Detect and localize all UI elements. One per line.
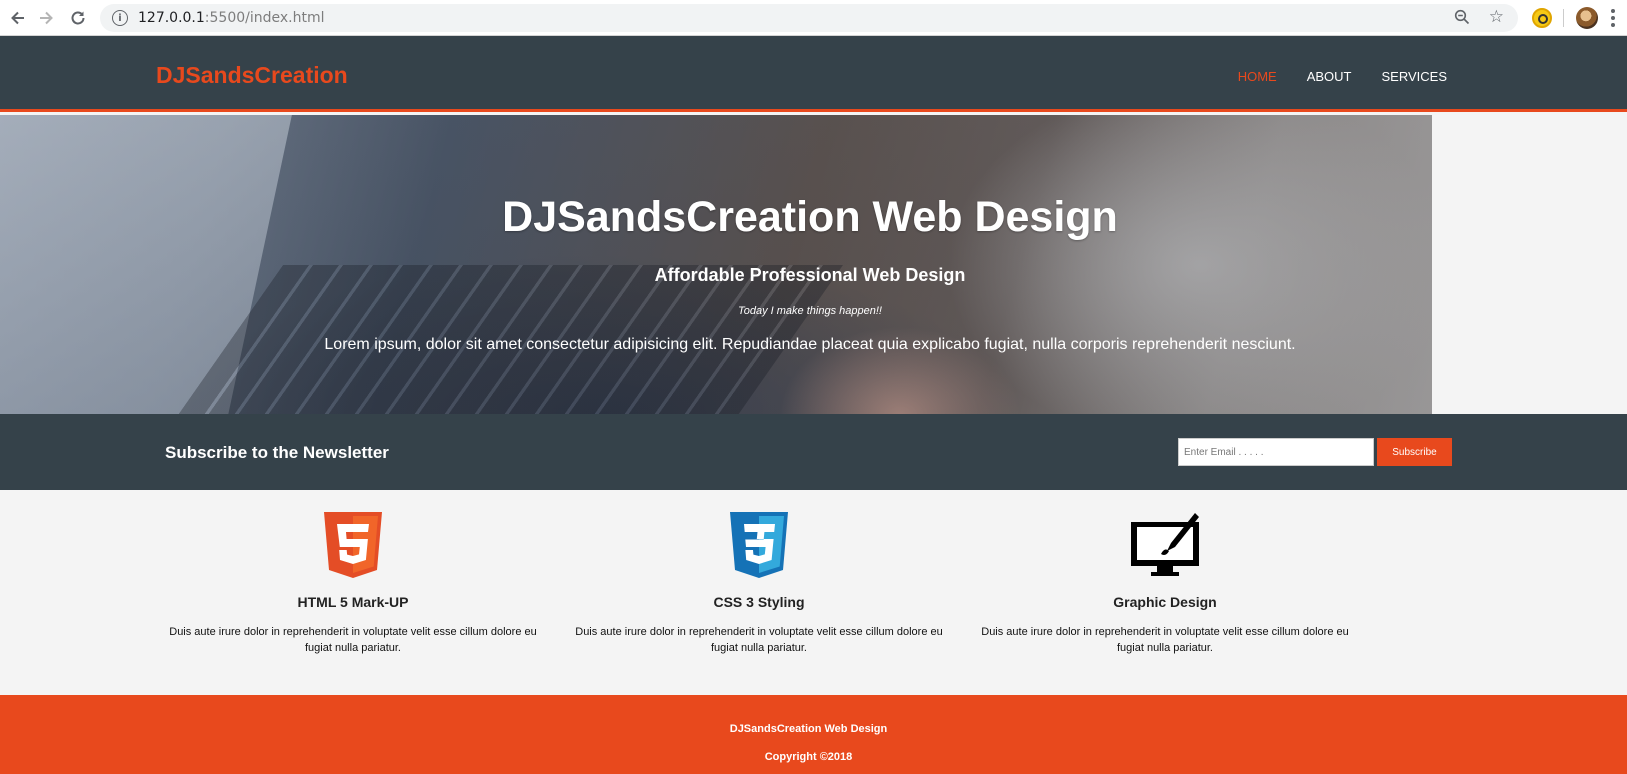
service-box-html: HTML 5 Mark-UP Duis aute irure dolor in … xyxy=(163,510,543,656)
browser-toolbar: i 127.0.0.1:5500/index.html ☆ xyxy=(0,0,1627,36)
hero-showcase: DJSandsCreation Web Design Affordable Pr… xyxy=(0,115,1432,414)
nav-about[interactable]: ABOUT xyxy=(1307,69,1352,84)
html5-icon xyxy=(313,510,393,580)
main-nav: HOME ABOUT SERVICES xyxy=(1238,69,1447,84)
site-logo[interactable]: DJSandsCreation xyxy=(156,62,348,89)
forward-icon[interactable] xyxy=(30,2,62,34)
graphic-design-icon xyxy=(1125,510,1205,580)
url-text[interactable]: 127.0.0.1:5500/index.html xyxy=(138,10,325,26)
reload-icon[interactable] xyxy=(62,2,94,34)
service-text-graphic: Duis aute irure dolor in reprehenderit i… xyxy=(981,626,1349,654)
css3-icon xyxy=(719,510,799,580)
extension-icon[interactable] xyxy=(1532,8,1552,28)
star-icon[interactable]: ☆ xyxy=(1489,7,1504,27)
site-footer: DJSandsCreation Web Design Copyright ©20… xyxy=(0,695,1627,774)
services-boxes: HTML 5 Mark-UP Duis aute irure dolor in … xyxy=(0,490,1627,695)
service-text-css: Duis aute irure dolor in reprehenderit i… xyxy=(575,626,943,654)
hero-subtitle: Affordable Professional Web Design xyxy=(654,265,966,285)
info-icon[interactable]: i xyxy=(112,10,128,26)
hero-tagline: Today I make things happen!! xyxy=(738,305,882,317)
hero-title: DJSandsCreation Web Design xyxy=(502,193,1118,241)
toolbar-divider xyxy=(1563,9,1564,27)
subscribe-button[interactable]: Subscribe xyxy=(1377,438,1452,466)
hero-text: Lorem ipsum, dolor sit amet consectetur … xyxy=(324,336,1296,353)
site-header: DJSandsCreation HOME ABOUT SERVICES xyxy=(0,36,1627,112)
service-title-graphic: Graphic Design xyxy=(1113,594,1217,610)
service-title-html: HTML 5 Mark-UP xyxy=(297,594,409,610)
menu-icon[interactable] xyxy=(1611,9,1615,27)
service-box-css: CSS 3 Styling Duis aute irure dolor in r… xyxy=(569,510,949,656)
profile-avatar[interactable] xyxy=(1576,7,1598,29)
nav-home[interactable]: HOME xyxy=(1238,69,1277,84)
zoom-icon[interactable] xyxy=(1454,9,1470,30)
service-title-css: CSS 3 Styling xyxy=(713,594,805,610)
newsletter-heading: Subscribe to the Newsletter xyxy=(165,443,389,462)
address-bar[interactable]: i 127.0.0.1:5500/index.html ☆ xyxy=(100,4,1518,32)
email-input[interactable] xyxy=(1178,438,1374,466)
newsletter-section: Subscribe to the Newsletter Subscribe xyxy=(0,414,1627,490)
service-text-html: Duis aute irure dolor in reprehenderit i… xyxy=(169,626,537,654)
service-box-graphic: Graphic Design Duis aute irure dolor in … xyxy=(975,510,1355,656)
footer-copyright: Copyright ©2018 xyxy=(764,751,853,763)
nav-services[interactable]: SERVICES xyxy=(1381,69,1447,84)
footer-title: DJSandsCreation Web Design xyxy=(729,723,888,735)
